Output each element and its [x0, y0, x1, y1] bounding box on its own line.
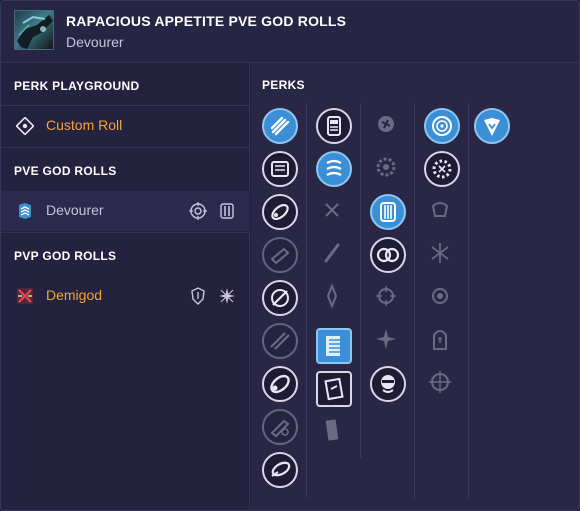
perk-crosshair-icon[interactable]	[370, 280, 406, 316]
perks-panel: PERKS	[251, 63, 579, 510]
perk-smallbore-icon[interactable]	[262, 452, 298, 488]
perk-extended-barrel-icon[interactable]	[262, 323, 298, 359]
perk-barrel-icon[interactable]	[262, 108, 298, 144]
perk-crossed-rounds-icon[interactable]	[316, 194, 352, 230]
perk-helmet-icon[interactable]	[424, 194, 460, 230]
page-subtitle: Devourer	[66, 34, 124, 50]
perk-rampage-icon[interactable]	[370, 108, 406, 144]
perk-card-icon[interactable]	[316, 371, 352, 407]
perk-arrowhead-icon[interactable]	[262, 151, 298, 187]
shield-perk-icon	[188, 286, 208, 306]
perk-rings-icon[interactable]	[370, 237, 406, 273]
perk-reload-icon[interactable]	[370, 194, 406, 230]
magazine-perk-icon	[217, 201, 237, 221]
perk-appended-mag-icon[interactable]	[316, 328, 352, 364]
perk-masked-face-icon[interactable]	[370, 366, 406, 402]
perk-gear-icon[interactable]	[370, 151, 406, 187]
perk-spark-icon[interactable]	[424, 237, 460, 273]
scope-perk-icon	[188, 201, 208, 221]
perk-orb-icon[interactable]	[424, 280, 460, 316]
divider	[1, 147, 250, 148]
sidebar: PERK PLAYGROUND Custom Roll PVE GOD ROLL…	[1, 63, 250, 510]
perk-chambered-compensator-icon[interactable]	[262, 280, 298, 316]
perk-tactical-mag-icon[interactable]	[316, 280, 352, 316]
custom-roll-item[interactable]: Custom Roll	[1, 106, 250, 146]
section-title-pve: PVE GOD ROLLS	[14, 164, 117, 178]
perk-star-burst-icon[interactable]	[370, 323, 406, 359]
divider	[1, 232, 250, 233]
page-title: RAPACIOUS APPETITE PVE GOD ROLLS	[66, 13, 347, 29]
app-window: RAPACIOUS APPETITE PVE GOD ROLLS Devoure…	[0, 0, 580, 511]
section-title-pvp: PVP GOD ROLLS	[14, 249, 117, 263]
perk-dotted-ring-icon[interactable]	[424, 151, 460, 187]
perk-target-lock-icon[interactable]	[424, 108, 460, 144]
column-divider	[360, 103, 361, 458]
burst-perk-icon	[217, 286, 237, 306]
pve-roll-devourer[interactable]: Devourer	[1, 191, 250, 231]
pvp-roll-demigod[interactable]: Demigod	[1, 276, 250, 316]
perk-single-round-icon[interactable]	[316, 237, 352, 273]
perk-fluted-barrel-icon[interactable]	[262, 237, 298, 273]
column-divider	[468, 103, 469, 498]
pve-chevron-icon	[16, 202, 34, 220]
perks-title: PERKS	[262, 78, 305, 92]
target-diamond-icon	[15, 116, 35, 136]
pve-roll-label: Devourer	[46, 202, 104, 218]
column-divider	[414, 103, 415, 498]
perk-tombstone-icon[interactable]	[424, 323, 460, 359]
perk-armor-piercing-icon[interactable]	[316, 414, 352, 450]
perk-origin-trait-icon[interactable]	[474, 108, 510, 144]
section-title-perk-playground: PERK PLAYGROUND	[14, 79, 140, 93]
perk-accurized-rounds-icon[interactable]	[316, 151, 352, 187]
weapon-header: RAPACIOUS APPETITE PVE GOD ROLLS Devoure…	[1, 1, 579, 63]
weapon-thumbnail	[14, 10, 54, 50]
custom-roll-label: Custom Roll	[46, 117, 123, 133]
perk-magazine-icon[interactable]	[316, 108, 352, 144]
pvp-crossed-swords-icon	[16, 287, 34, 305]
perk-reticle-icon[interactable]	[424, 366, 460, 402]
column-divider	[306, 103, 307, 498]
pvp-roll-label: Demigod	[46, 287, 103, 303]
perk-polygonal-rifling-icon[interactable]	[262, 409, 298, 445]
perk-rifled-barrel-icon[interactable]	[262, 194, 298, 230]
perk-full-bore-icon[interactable]	[262, 366, 298, 402]
